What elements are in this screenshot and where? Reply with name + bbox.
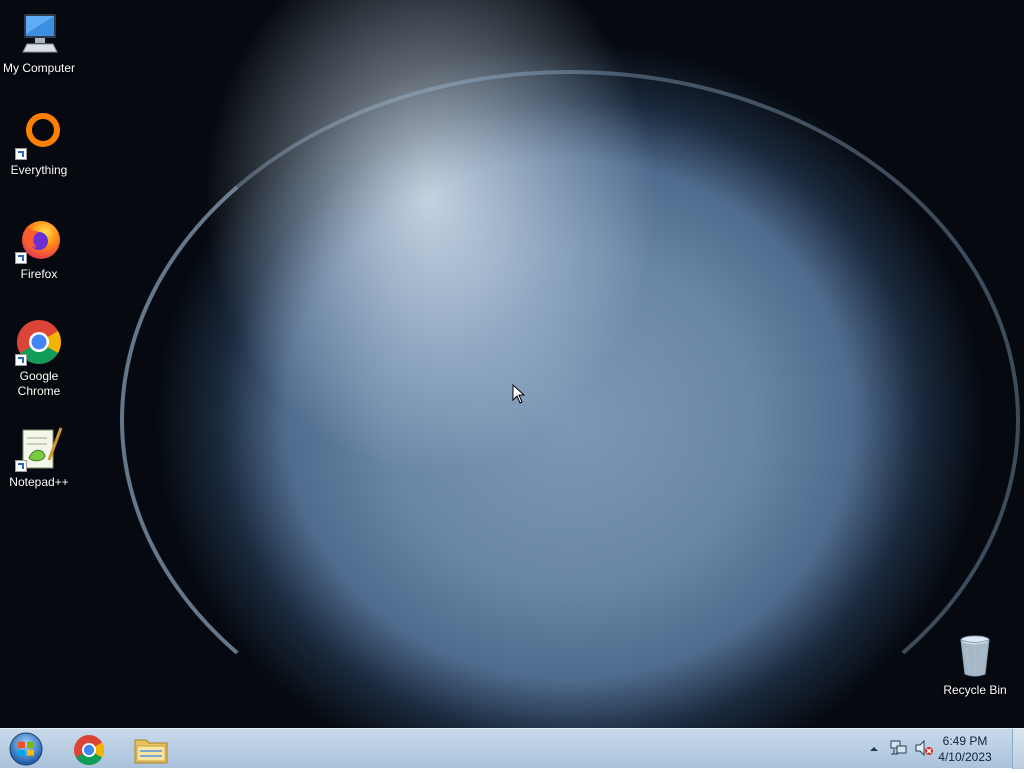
start-button[interactable] [6, 731, 46, 767]
desktop-icon-recycle-bin[interactable]: Recycle Bin [936, 632, 1014, 698]
notepadpp-icon [15, 424, 63, 472]
desktop-icon-label: Recycle Bin [943, 683, 1007, 697]
desktop-icon-google-chrome[interactable]: Google Chrome [0, 318, 78, 399]
clock-time: 6:49 PM [942, 734, 988, 748]
shortcut-arrow-icon [15, 354, 27, 366]
desktop-icon-label: Firefox [20, 267, 58, 281]
desktop-icon-label: Notepad++ [9, 475, 69, 489]
taskbar-chrome-button[interactable] [62, 730, 116, 768]
wallpaper-ring [120, 70, 1020, 770]
desktop-icon-notepadpp[interactable]: Notepad++ [0, 424, 78, 490]
recycle-bin-icon [951, 632, 999, 680]
clock-date: 4/10/2023 [938, 750, 992, 764]
network-icon[interactable] [890, 740, 908, 756]
shortcut-arrow-icon [15, 148, 27, 160]
firefox-icon [15, 216, 63, 264]
computer-icon [15, 10, 63, 58]
desktop-icon-label: Google Chrome [17, 369, 61, 398]
desktop-icon-label: My Computer [2, 61, 76, 75]
taskbar-clock[interactable]: 6:49 PM 4/10/2023 [930, 733, 1000, 765]
chrome-icon [74, 735, 105, 766]
folder-icon [134, 739, 168, 764]
show-desktop-button[interactable] [1012, 729, 1024, 769]
taskbar: 6:49 PM 4/10/2023 [0, 728, 1024, 769]
desktop-icon-label: Everything [10, 163, 68, 177]
chrome-icon [15, 318, 63, 366]
shortcut-arrow-icon [15, 252, 27, 264]
desktop-background: My Computer Everything Firefox Google Ch… [0, 0, 1024, 770]
windows-start-icon [9, 732, 43, 766]
mouse-cursor-icon [512, 383, 526, 404]
everything-icon [15, 112, 63, 160]
show-hidden-icons-icon[interactable] [868, 742, 880, 754]
taskbar-file-explorer-button[interactable] [124, 730, 178, 768]
desktop-icon-my-computer[interactable]: My Computer [0, 10, 78, 76]
desktop-icon-firefox[interactable]: Firefox [0, 216, 78, 282]
shortcut-arrow-icon [15, 460, 27, 472]
desktop-icon-everything[interactable]: Everything [0, 112, 78, 178]
